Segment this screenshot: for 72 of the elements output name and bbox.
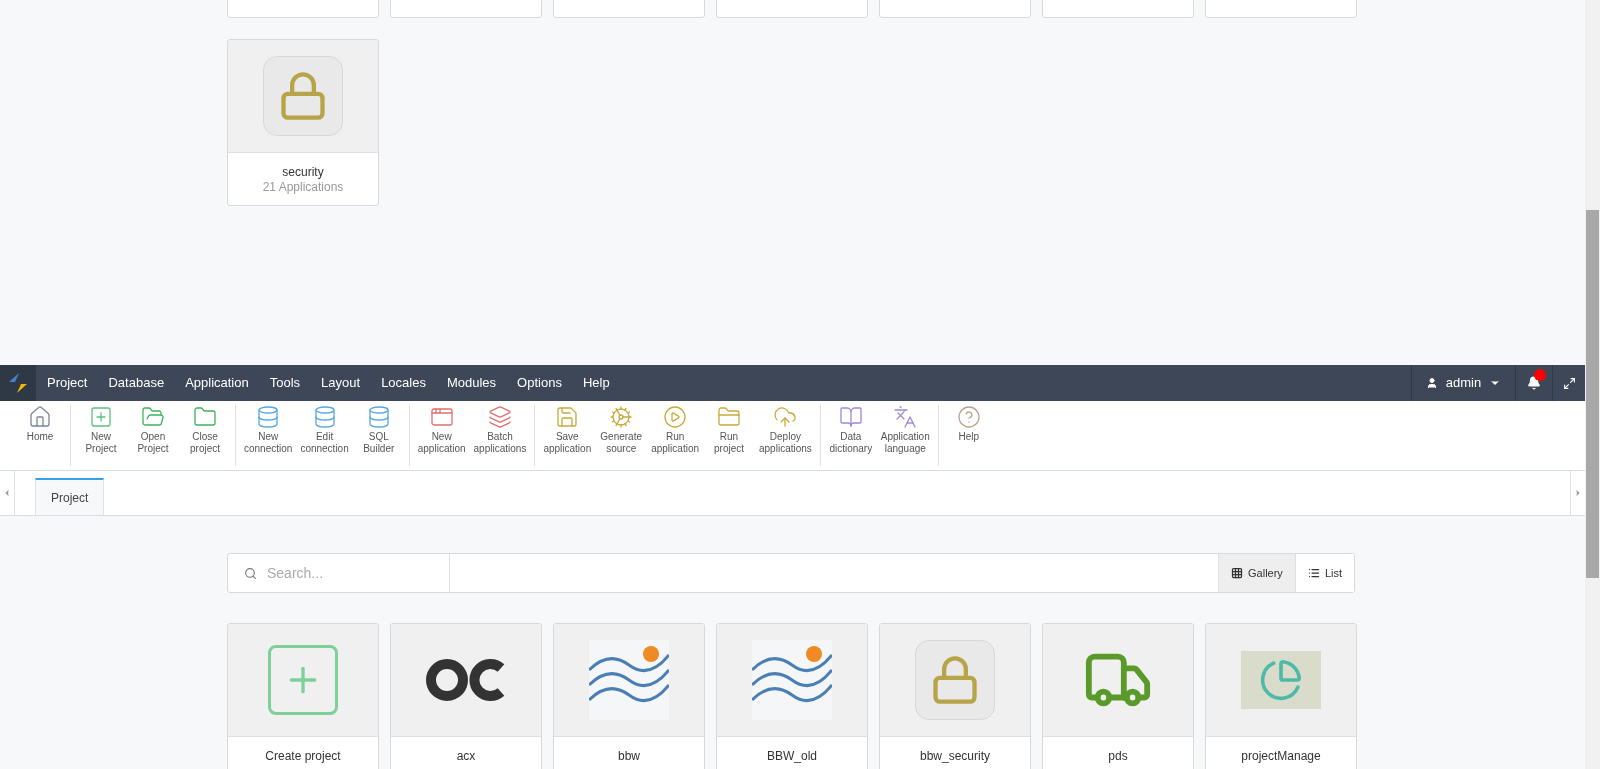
- toolbar-button[interactable]: Data dictionary: [824, 405, 877, 455]
- toolbar-button[interactable]: Close project: [179, 405, 231, 455]
- menu-item[interactable]: Application: [185, 373, 249, 393]
- grid-icon: [1231, 567, 1244, 579]
- search-field[interactable]: Search...: [267, 562, 437, 584]
- add-square-icon: [89, 405, 113, 429]
- project-name: security: [282, 165, 324, 180]
- menu-item[interactable]: Layout: [321, 373, 361, 393]
- pie-chart-icon: [1241, 651, 1321, 709]
- view-toggle[interactable]: Gallery: [1218, 554, 1295, 592]
- translate-icon: [893, 405, 918, 429]
- menu-item[interactable]: Tools: [269, 373, 301, 393]
- toolbar-button[interactable]: SQL Builder: [352, 405, 405, 455]
- toolbar-button[interactable]: Edit connection: [296, 405, 353, 455]
- toolbar-button[interactable]: Save application: [539, 405, 596, 455]
- project-card[interactable]: Create project: [227, 623, 379, 769]
- search-icon: [244, 566, 257, 580]
- logo-icon: [425, 658, 507, 702]
- windows-icon: [487, 405, 512, 429]
- toolbar-button[interactable]: Home: [14, 405, 66, 443]
- project-card[interactable]: bbw: [553, 623, 705, 769]
- bell-icon: [1527, 376, 1541, 390]
- toolbar-button[interactable]: Run project: [703, 405, 755, 455]
- project-name: BBW_old: [767, 749, 817, 764]
- view-toggle[interactable]: List: [1294, 554, 1354, 592]
- folder-icon: [193, 405, 217, 429]
- user-icon: [1425, 377, 1438, 389]
- menu-item[interactable]: Modules: [446, 373, 497, 393]
- toolbar-button[interactable]: Batch applications: [469, 405, 531, 455]
- cloud-upload-icon: [773, 405, 798, 429]
- project-card[interactable]: security 21 Applications: [227, 39, 379, 206]
- project-card[interactable]: acx: [390, 623, 542, 769]
- open-folder-icon: [141, 405, 165, 429]
- scroll-right-icon[interactable]: [1573, 488, 1583, 498]
- toolbar-button[interactable]: Generate source: [595, 405, 648, 455]
- project-card[interactable]: pds: [1042, 623, 1194, 769]
- application-count: 21 Applications: [262, 180, 344, 195]
- project-name: Create project: [265, 749, 341, 764]
- scroll-left-icon[interactable]: [2, 488, 12, 498]
- toolbar-button[interactable]: Deploy applications: [755, 405, 816, 455]
- menu-item[interactable]: Help: [582, 373, 610, 393]
- save-icon: [555, 405, 580, 429]
- toolbar-button[interactable]: New application: [413, 405, 470, 455]
- home-icon: [28, 405, 52, 429]
- help-icon: [956, 405, 981, 429]
- project-card[interactable]: bbw_security: [879, 623, 1031, 769]
- menu-item[interactable]: Database: [108, 373, 165, 393]
- add-square-icon: [268, 645, 338, 715]
- project-name: acx: [456, 749, 476, 764]
- project-name: bbw: [618, 749, 640, 764]
- tab[interactable]: Project: [35, 478, 105, 515]
- lock-icon: [263, 56, 343, 136]
- project-card[interactable]: projectManage: [1205, 623, 1357, 769]
- toolbar-button[interactable]: Run application: [647, 405, 703, 455]
- menu-item[interactable]: Project: [47, 373, 88, 393]
- menu-item[interactable]: Options: [517, 373, 562, 393]
- project-name: pds: [1108, 749, 1128, 764]
- play-icon: [663, 405, 688, 429]
- project-card[interactable]: BBW_old: [716, 623, 868, 769]
- project-name: projectManage: [1241, 749, 1321, 764]
- lock-icon: [915, 640, 995, 720]
- toolbar-button[interactable]: New Project: [75, 405, 127, 455]
- scrollbar[interactable]: [1585, 0, 1600, 769]
- menu-item[interactable]: Locales: [381, 373, 426, 393]
- book-icon: [838, 405, 863, 429]
- project-name: bbw_security: [920, 749, 990, 764]
- toolbar-button[interactable]: Open Project: [127, 405, 179, 455]
- list-icon: [1307, 567, 1320, 579]
- expand-icon: [1562, 376, 1576, 390]
- toolbar-button[interactable]: Application language: [876, 405, 934, 455]
- toolbar-button[interactable]: Help: [942, 405, 995, 443]
- toolbar-button[interactable]: New connection: [240, 405, 297, 455]
